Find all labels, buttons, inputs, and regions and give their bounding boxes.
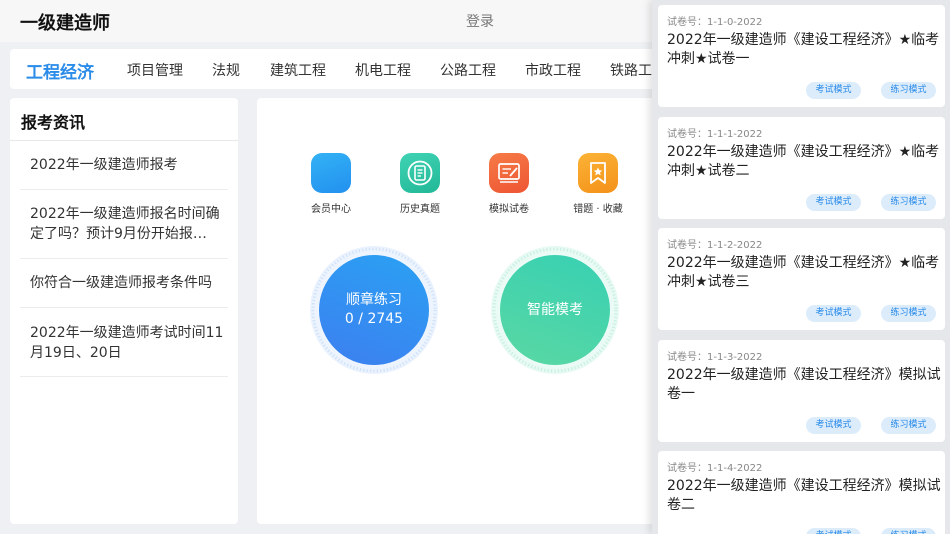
paper-title: 2022年一级建造师《建设工程经济》★临考冲刺★试卷一 — [667, 32, 940, 67]
quick-wrong-favorites[interactable]: 错题 · 收藏 — [563, 153, 633, 215]
tab-railway-engineering[interactable]: 铁路工 — [610, 60, 652, 80]
news-item[interactable]: 2022年一级建造师报考 — [30, 155, 228, 175]
practice-mode-button[interactable]: 练习模式 — [881, 417, 936, 434]
practice-circle: 顺章练习 0 / 2745 — [319, 255, 429, 365]
bookmark-icon — [578, 153, 618, 193]
main-panel: 会员中心 历史真题 模拟试卷 错题 · 收藏 顺章练习 0 / 2745 智能模… — [257, 98, 657, 524]
tab-building-engineering[interactable]: 建筑工程 — [270, 60, 326, 80]
divider — [10, 140, 238, 141]
smart-label: 智能模考 — [527, 301, 583, 318]
sequential-practice-button[interactable]: 顺章练习 0 / 2745 — [310, 246, 438, 374]
paper-card[interactable]: 试卷号：1-1-2-2022 2022年一级建造师《建设工程经济》★临考冲刺★试… — [658, 228, 945, 330]
paper-card[interactable]: 试卷号：1-1-4-2022 2022年一级建造师《建设工程经济》模拟试卷二 考… — [658, 451, 945, 534]
practice-mode-button[interactable]: 练习模式 — [881, 82, 936, 99]
exam-mode-button[interactable]: 考试模式 — [806, 82, 861, 99]
quick-member-center[interactable]: 会员中心 — [296, 153, 366, 215]
news-panel: 报考资讯 2022年一级建造师报考 2022年一级建造师报名时间确定了吗？预计9… — [10, 98, 238, 524]
exam-mode-button[interactable]: 考试模式 — [806, 305, 861, 322]
divider — [20, 258, 228, 259]
paper-number: 试卷号：1-1-3-2022 — [667, 352, 763, 363]
exam-mode-button[interactable]: 考试模式 — [806, 528, 861, 534]
tab-highway-engineering[interactable]: 公路工程 — [440, 60, 496, 80]
mock-paper-icon — [489, 153, 529, 193]
tab-project-management[interactable]: 项目管理 — [127, 60, 183, 80]
history-exam-icon — [400, 153, 440, 193]
quick-history-exams[interactable]: 历史真题 — [385, 153, 455, 215]
login-button[interactable]: 登录 — [466, 11, 494, 31]
exam-mode-button[interactable]: 考试模式 — [806, 194, 861, 211]
tab-engineering-economy[interactable]: 工程经济 — [26, 58, 94, 83]
exam-mode-button[interactable]: 考试模式 — [806, 417, 861, 434]
news-item[interactable]: 你符合一级建造师报考条件吗 — [30, 273, 228, 293]
news-title: 报考资讯 — [21, 113, 86, 132]
practice-progress: 0 / 2745 — [344, 311, 404, 327]
smart-circle: 智能模考 — [500, 255, 610, 365]
paper-title: 2022年一级建造师《建设工程经济》★临考冲刺★试卷二 — [667, 144, 940, 179]
news-item[interactable]: 2022年一级建造师报名时间确定了吗？预计9月份开始报… — [30, 204, 228, 244]
quick-label: 错题 · 收藏 — [573, 204, 623, 215]
paper-number: 试卷号：1-1-0-2022 — [667, 17, 763, 28]
tab-regulations[interactable]: 法规 — [212, 60, 240, 80]
practice-mode-button[interactable]: 练习模式 — [881, 528, 936, 534]
app-title: 一级建造师 — [20, 13, 110, 34]
paper-number: 试卷号：1-1-1-2022 — [667, 129, 763, 140]
paper-card[interactable]: 试卷号：1-1-0-2022 2022年一级建造师《建设工程经济》★临考冲刺★试… — [658, 5, 945, 107]
tab-municipal-engineering[interactable]: 市政工程 — [525, 60, 581, 80]
paper-number: 试卷号：1-1-4-2022 — [667, 463, 763, 474]
paper-card[interactable]: 试卷号：1-1-1-2022 2022年一级建造师《建设工程经济》★临考冲刺★试… — [658, 117, 945, 219]
paper-title: 2022年一级建造师《建设工程经济》模拟试卷二 — [667, 478, 941, 513]
smart-mock-exam-button[interactable]: 智能模考 — [491, 246, 619, 374]
tab-mechanical-electrical[interactable]: 机电工程 — [355, 60, 411, 80]
paper-card[interactable]: 试卷号：1-1-3-2022 2022年一级建造师《建设工程经济》模拟试卷一 考… — [658, 340, 945, 442]
practice-mode-button[interactable]: 练习模式 — [881, 194, 936, 211]
paper-title: 2022年一级建造师《建设工程经济》模拟试卷一 — [667, 367, 941, 402]
divider — [20, 189, 228, 190]
paper-title: 2022年一级建造师《建设工程经济》★临考冲刺★试卷三 — [667, 255, 940, 290]
practice-mode-button[interactable]: 练习模式 — [881, 305, 936, 322]
divider — [20, 307, 228, 308]
quick-label: 历史真题 — [400, 204, 440, 215]
member-icon — [311, 153, 351, 193]
paper-number: 试卷号：1-1-2-2022 — [667, 240, 763, 251]
quick-mock-papers[interactable]: 模拟试卷 — [474, 153, 544, 215]
subject-tabs: 工程经济 项目管理 法规 建筑工程 机电工程 公路工程 市政工程 铁路工 — [10, 49, 670, 89]
quick-label: 模拟试卷 — [489, 204, 529, 215]
news-item[interactable]: 2022年一级建造师考试时间11月19日、20日 — [30, 323, 228, 363]
quick-label: 会员中心 — [311, 204, 351, 215]
paper-list-panel: 试卷号：1-1-0-2022 2022年一级建造师《建设工程经济》★临考冲刺★试… — [652, 0, 950, 534]
divider — [20, 376, 228, 377]
practice-label: 顺章练习 — [346, 292, 402, 308]
